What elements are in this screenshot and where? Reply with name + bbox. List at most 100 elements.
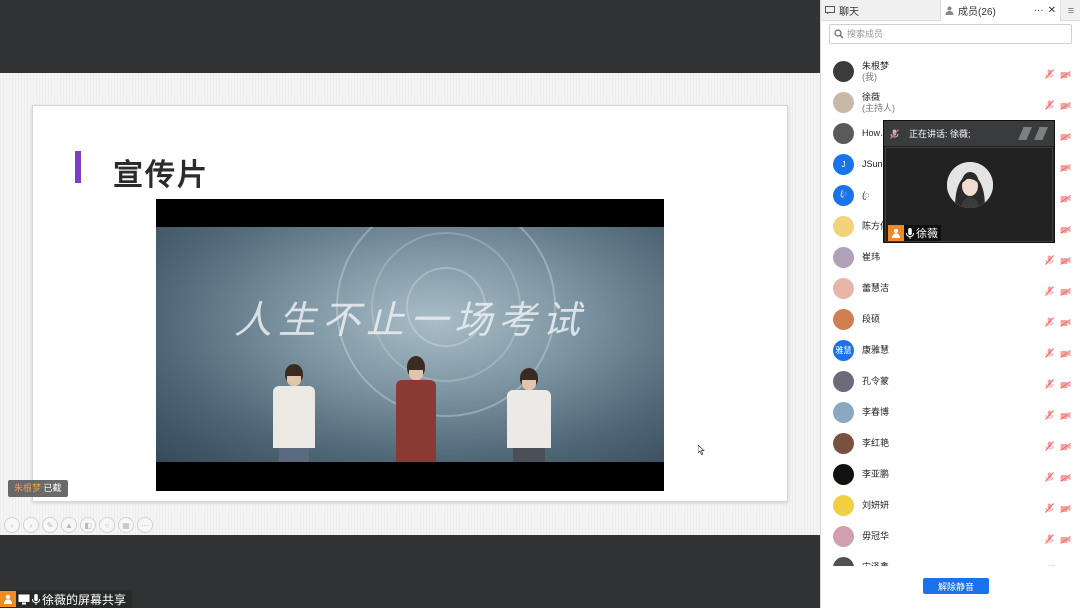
camera-off-icon[interactable] [1060,283,1071,301]
member-row[interactable]: 蕾慧洁 [821,273,1080,304]
camera-off-icon[interactable] [1060,345,1071,363]
member-status-icons [1045,252,1071,270]
mic-muted-icon[interactable] [1045,345,1054,363]
member-row[interactable]: 李春博 [821,397,1080,428]
screen-share-area: 宣传片 人生不止一场考试 朱根梦 已截 ‹ › ✎ ▲ ◧ ○ ▦ ⋯ 徐薇的屏… [0,0,820,608]
person-icon [0,591,16,607]
member-status-icons [1045,562,1071,566]
avatar [833,464,854,485]
member-status-icons [1045,97,1071,115]
member-row[interactable]: 徐薇 (主持人) [821,87,1080,118]
more-options-icon[interactable]: ··· [1034,5,1044,16]
mic-muted-icon[interactable] [1045,500,1054,518]
mic-muted-icon[interactable] [1045,283,1054,301]
eraser-icon[interactable]: ◧ [80,517,96,533]
camera-off-icon[interactable] [1060,66,1071,84]
camera-off-icon[interactable] [1060,221,1071,239]
camera-off-icon[interactable] [1060,562,1071,566]
member-name: 毋冠华 [862,531,890,541]
member-status-icons [1045,438,1071,456]
person-icon [888,225,904,241]
unmute-button[interactable]: 解除静音 [923,578,989,594]
speaker-name-tag: 徐薇 [888,225,941,241]
mic-muted-icon[interactable] [1045,407,1054,425]
speaker-avatar [947,162,993,208]
badge-status: 已截 [43,483,62,493]
member-status-icons [1045,314,1071,332]
mic-muted-icon[interactable] [1045,252,1054,270]
camera-off-icon[interactable] [1060,438,1071,456]
screen-share-icon [18,594,30,604]
mic-muted-icon[interactable] [1045,531,1054,549]
camera-off-icon[interactable] [1060,314,1071,332]
camera-off-icon[interactable] [1060,159,1071,177]
slide-title: 宣传片 [113,158,209,193]
camera-off-icon[interactable] [1060,376,1071,394]
member-status-icons [1045,500,1071,518]
mic-muted-icon[interactable] [1045,66,1054,84]
camera-off-icon[interactable] [1060,531,1071,549]
active-speaker-window[interactable]: 正在讲话: 徐薇; 徐薇 [883,120,1055,243]
promo-video[interactable]: 人生不止一场考试 [156,199,664,491]
member-search[interactable] [829,24,1072,44]
panel-tabs: 聊天 成员(26) ··· ✕ ≡ [821,0,1080,21]
mic-muted-icon[interactable] [1045,314,1054,332]
mic-muted-icon[interactable] [1045,469,1054,487]
member-row[interactable]: 崔玮 [821,242,1080,273]
window-controls-icon[interactable] [1018,127,1048,140]
grid-icon[interactable]: ▦ [118,517,134,533]
member-name: 崔玮 [862,252,881,262]
annotation-name-badge: 朱根梦 已截 [8,480,68,497]
next-icon[interactable]: › [23,517,39,533]
camera-off-icon[interactable] [1060,190,1071,208]
slide-canvas: 宣传片 人生不止一场考试 [0,73,820,535]
share-label-text: 徐薇的屏幕共享 [42,592,127,607]
member-row[interactable]: 雅慧 康雅慧 [821,335,1080,366]
member-row[interactable]: 李亚鹏 [821,459,1080,490]
member-row[interactable]: 朱根梦 (我) [821,56,1080,87]
member-row[interactable]: 毋冠华 [821,521,1080,552]
member-name-block: 刘妍妍 [862,500,889,511]
member-row[interactable]: 刘妍妍 [821,490,1080,521]
member-row[interactable]: 宋泽鑫 [821,552,1080,566]
camera-off-icon[interactable] [1060,252,1071,270]
member-panel: 聊天 成员(26) ··· ✕ ≡ 朱根梦(我)徐薇(主持人)How…JJSun… [820,0,1080,608]
video-frame: 人生不止一场考试 [156,227,664,462]
speaker-video: 徐薇 [885,147,1053,242]
member-name: 段硕 [862,314,881,324]
member-row[interactable]: 段硕 [821,304,1080,335]
mic-muted-icon[interactable] [1045,562,1054,566]
avatar [833,402,854,423]
highlighter-icon[interactable]: ▲ [61,517,77,533]
title-accent-bar [75,151,81,183]
camera-off-icon[interactable] [1060,407,1071,425]
camera-off-icon[interactable] [1060,97,1071,115]
avatar [833,278,854,299]
member-name-block: 段硕 [862,314,880,325]
avatar [833,557,854,566]
muted-mic-icon [890,128,899,139]
search-input[interactable] [847,29,1057,39]
prev-icon[interactable]: ‹ [4,517,20,533]
members-icon [945,6,954,15]
camera-off-icon[interactable] [1060,500,1071,518]
pen-icon[interactable]: ✎ [42,517,58,533]
mic-muted-icon[interactable] [1045,376,1054,394]
member-row[interactable]: 孔令蒙 [821,366,1080,397]
tab-chat[interactable]: 聊天 [821,0,941,21]
more-icon[interactable]: ⋯ [137,517,153,533]
close-icon[interactable]: ✕ [1048,5,1056,16]
mic-muted-icon[interactable] [1045,438,1054,456]
mic-muted-icon[interactable] [1045,97,1054,115]
member-name: 徐薇 [862,91,881,102]
camera-off-icon[interactable] [1060,469,1071,487]
avatar [833,371,854,392]
zoom-icon[interactable]: ○ [99,517,115,533]
avatar [833,247,854,268]
microphone-icon [32,593,40,605]
tab-members[interactable]: 成员(26) ··· ✕ [941,0,1061,21]
panel-menu-icon[interactable]: ≡ [1061,0,1080,21]
speaker-name: 徐薇 [916,228,938,240]
member-row[interactable]: 李红艳 [821,428,1080,459]
camera-off-icon[interactable] [1060,128,1071,146]
